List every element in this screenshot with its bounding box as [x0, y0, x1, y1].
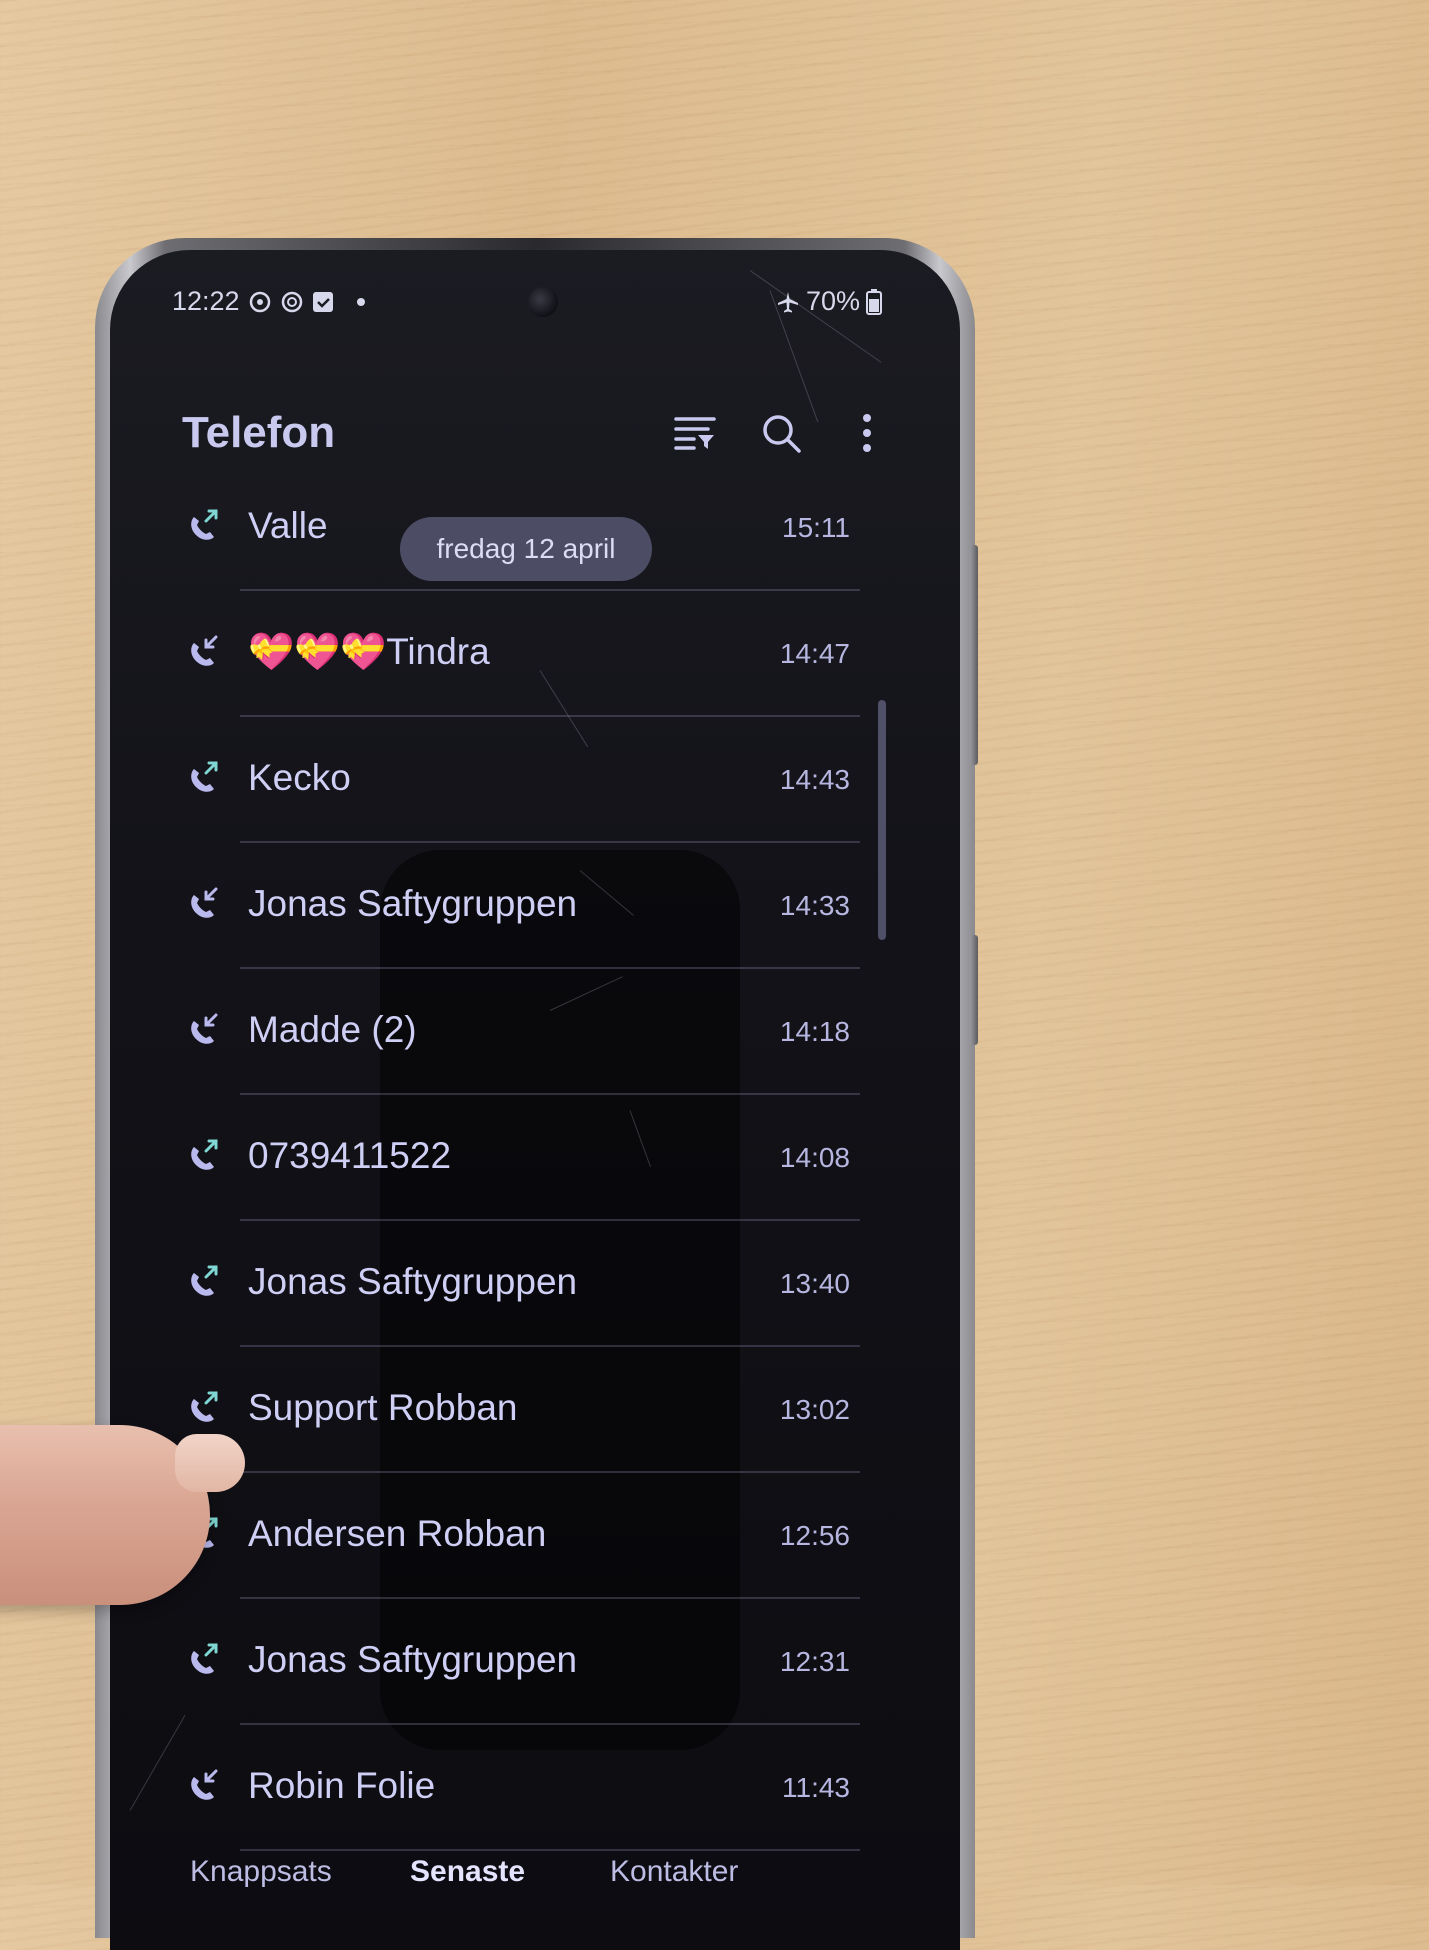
power-button	[970, 935, 978, 1045]
search-icon[interactable]	[756, 408, 806, 458]
call-contact-name: 0739411522	[248, 1135, 452, 1176]
incoming-call-icon	[180, 1011, 220, 1051]
tab-senaste[interactable]: Senaste	[410, 1855, 525, 1889]
sync-icon	[248, 290, 272, 314]
call-row[interactable]: Jonas Saftygruppen 12:31	[110, 1599, 960, 1725]
incoming-call-icon	[180, 1767, 220, 1807]
call-time: 11:43	[782, 1772, 850, 1803]
row-divider	[240, 1849, 860, 1851]
call-row[interactable]: Kecko 14:43	[110, 717, 960, 843]
call-time: 14:08	[779, 1142, 850, 1173]
incoming-call-icon	[180, 885, 220, 925]
outgoing-call-icon	[180, 1641, 220, 1681]
call-time: 14:33	[779, 890, 850, 921]
location-icon	[280, 290, 304, 314]
tab-kontakter[interactable]: Kontakter	[610, 1855, 738, 1889]
outgoing-call-icon	[180, 1263, 220, 1303]
call-row[interactable]: Jonas Saftygruppen 13:40	[110, 1221, 960, 1347]
tab-knappsats[interactable]: Knappsats	[190, 1855, 332, 1889]
call-time: 14:43	[779, 764, 850, 795]
call-time: 13:40	[779, 1268, 850, 1299]
app-title: Telefon	[182, 408, 336, 457]
incoming-call-icon	[180, 633, 220, 673]
header-actions	[670, 408, 892, 458]
date-header-chip: fredag 12 april	[400, 517, 652, 581]
status-right: 70%	[776, 286, 882, 317]
call-time: 15:11	[782, 512, 850, 543]
call-contact-name: Madde (2)	[248, 1009, 417, 1050]
call-row[interactable]: Jonas Saftygruppen 14:33	[110, 843, 960, 969]
call-row[interactable]: 0739411522 14:08	[110, 1095, 960, 1221]
status-left: 12:22	[172, 286, 366, 317]
front-camera	[528, 287, 558, 317]
call-contact-name: Kecko	[248, 757, 351, 798]
outgoing-call-icon	[180, 1137, 220, 1177]
call-row[interactable]: 💝💝💝Tindra 14:47	[110, 591, 960, 717]
battery-percentage: 70%	[805, 286, 860, 316]
bottom-navigation: Knappsats Senaste Kontakter	[110, 1855, 960, 1915]
call-time: 12:56	[779, 1520, 850, 1551]
call-contact-name: 💝💝💝Tindra	[248, 631, 490, 672]
call-time: 14:47	[779, 638, 850, 669]
notification-dot-icon	[356, 297, 366, 307]
call-time: 13:02	[779, 1394, 850, 1425]
call-contact-name: Andersen Robban	[248, 1513, 547, 1554]
filter-icon[interactable]	[670, 408, 720, 458]
outgoing-call-icon	[180, 1389, 220, 1429]
calendar-icon	[312, 290, 334, 314]
airplane-icon	[776, 290, 800, 314]
call-list: Valle 15:11 💝💝💝Tindra 14:47 Kecko 14:43 Jonas …	[110, 465, 960, 1851]
volume-button	[970, 545, 978, 765]
call-row[interactable]: Andersen Robban 12:56	[110, 1473, 960, 1599]
call-contact-name: Support Robban	[248, 1387, 518, 1428]
call-contact-name: Jonas Saftygruppen	[248, 883, 578, 924]
call-row[interactable]: Madde (2) 14:18	[110, 969, 960, 1095]
call-contact-name: Jonas Saftygruppen	[248, 1261, 578, 1302]
call-contact-name: Valle	[248, 505, 328, 546]
battery-icon	[866, 288, 882, 315]
scrollbar[interactable]	[878, 700, 886, 940]
outgoing-call-icon	[180, 507, 220, 547]
finger-nail	[175, 1434, 245, 1492]
call-time: 14:18	[779, 1016, 850, 1047]
phone-screen: 12:22 70% Telefon Valle 15:11 💝💝💝Tindra …	[110, 250, 960, 1950]
more-vertical-icon[interactable]	[842, 408, 892, 458]
call-row[interactable]: Robin Folie 11:43	[110, 1725, 960, 1851]
call-contact-name: Jonas Saftygruppen	[248, 1639, 578, 1680]
status-time: 12:22	[172, 286, 240, 316]
call-time: 12:31	[779, 1646, 850, 1677]
outgoing-call-icon	[180, 759, 220, 799]
call-contact-name: Robin Folie	[248, 1765, 436, 1806]
